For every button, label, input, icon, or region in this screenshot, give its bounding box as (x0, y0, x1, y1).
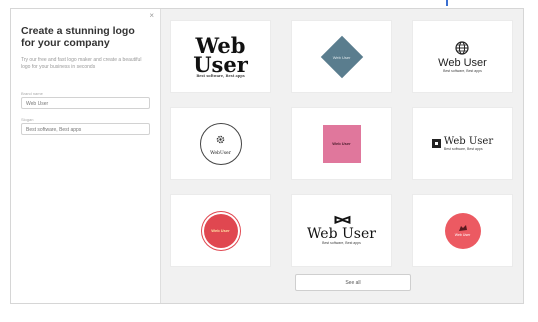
close-icon[interactable]: × (149, 11, 154, 20)
logo-card-8[interactable]: ᐅᐊ Web User Best software, Best apps (291, 194, 392, 267)
sidebar-title: Create a stunning logo for your company (21, 25, 135, 49)
see-all-button[interactable]: See all (295, 274, 411, 291)
logo-text: Web User (438, 56, 487, 69)
sidebar: × Create a stunning logo for your compan… (11, 9, 161, 303)
logo-tagline: Best software, Best apps (196, 73, 245, 78)
logo-text: Web User (443, 135, 494, 147)
logo-grid: Web User Best software, Best apps Web Us… (170, 20, 513, 267)
logo-text: Web User (454, 233, 471, 237)
square-icon (431, 139, 441, 148)
logo-card-9[interactable]: Web User (412, 194, 513, 267)
logo-card-5[interactable]: Web User (291, 107, 392, 180)
slogan-label: Slogan (21, 117, 34, 122)
logo-text: WebUser (210, 150, 231, 156)
logo-row: Web User Best software, Best apps (431, 135, 494, 151)
brand-name-input[interactable]: Web User (21, 97, 150, 109)
circle-badge: Web User (444, 212, 481, 249)
globe-icon (438, 40, 487, 55)
logo-text: Web User (332, 141, 351, 146)
logo-tagline: Best software, Best apps (443, 68, 482, 73)
brand-name-label: Brand name (21, 91, 43, 96)
logo-line-2: User (193, 51, 248, 77)
logo-text: Web User (211, 228, 230, 233)
logo-card-6[interactable]: Web User Best software, Best apps (412, 107, 513, 180)
logo-card-1[interactable]: Web User Best software, Best apps (170, 20, 271, 93)
gear-icon (215, 132, 226, 150)
square-badge: Web User (322, 124, 361, 163)
sidebar-description: Try our free and fast logo maker and cre… (21, 57, 142, 70)
logo-card-3[interactable]: Web User Best software, Best apps (412, 20, 513, 93)
logo-card-7[interactable]: Web User (170, 194, 271, 267)
logo-maker-panel: × Create a stunning logo for your compan… (10, 8, 524, 304)
logo-text: Web User (307, 226, 376, 242)
logo-stack: Web User Best software, Best apps (438, 40, 487, 73)
slogan-input[interactable]: Best software, Best apps (21, 123, 150, 135)
logo-card-2[interactable]: Web User (291, 20, 392, 93)
logo-wordmark: Web User Best software, Best apps (193, 35, 248, 78)
logo-tagline: Best software, Best apps (443, 146, 483, 151)
logo-stack: ᐅᐊ Web User Best software, Best apps (307, 216, 376, 246)
circle-badge: WebUser (199, 122, 242, 165)
diamond-shape: Web User (320, 35, 363, 78)
circle-badge: Web User (203, 213, 238, 248)
logo-text: Web User (332, 54, 351, 59)
logo-card-4[interactable]: WebUser (170, 107, 271, 180)
bird-icon (458, 224, 468, 233)
accent-mark (446, 0, 448, 6)
